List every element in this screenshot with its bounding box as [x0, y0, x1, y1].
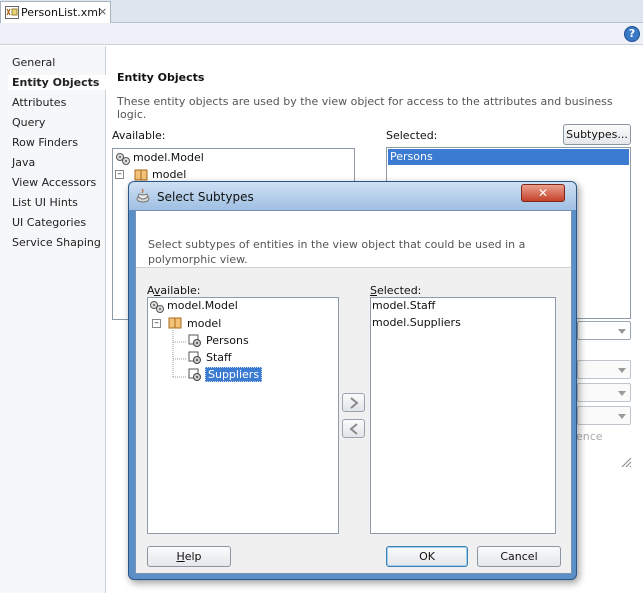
- tree-connector-lines: [172, 330, 186, 378]
- nav-item-java[interactable]: Java: [12, 156, 35, 169]
- editor-toolbar: ?: [0, 23, 643, 45]
- java-cup-icon: [135, 188, 151, 204]
- nav-item-entity-objects[interactable]: Entity Objects: [8, 75, 106, 90]
- move-right-icon: [350, 397, 359, 409]
- nav-item-attributes[interactable]: Attributes: [12, 96, 66, 109]
- dialog-header-area: Select subtypes of entities in the view …: [136, 211, 571, 268]
- move-left-button[interactable]: [342, 419, 365, 438]
- cancel-button[interactable]: Cancel: [477, 546, 561, 567]
- tree-node-label-selected: Suppliers: [205, 367, 263, 382]
- tree-node-label: model.Model: [167, 299, 238, 312]
- file-tab-personlist[interactable]: PersonList.xml ×: [0, 1, 111, 23]
- dialog-titlebar[interactable]: Select Subtypes ✕: [129, 182, 576, 210]
- selected-label: Selected:: [386, 129, 438, 142]
- tree-node-label: Persons: [206, 334, 249, 347]
- entity-object-icon: [188, 334, 202, 351]
- entity-object-icon: [188, 368, 202, 385]
- dialog-selected-list[interactable]: model.Staff model.Suppliers: [370, 297, 556, 534]
- available-label: Available:: [112, 129, 166, 142]
- dialog-body: Select subtypes of entities in the view …: [135, 210, 572, 574]
- collapse-icon[interactable]: –: [115, 170, 124, 179]
- nav-item-query[interactable]: Query: [12, 116, 45, 129]
- nav-item-list-ui-hints[interactable]: List UI Hints: [12, 196, 78, 209]
- move-right-button[interactable]: [342, 393, 365, 412]
- move-left-icon: [349, 423, 358, 435]
- selected-item-staff[interactable]: model.Staff: [372, 299, 435, 312]
- selected-item-persons[interactable]: Persons: [388, 149, 629, 165]
- page-description: These entity objects are used by the vie…: [117, 95, 613, 121]
- subtypes-button[interactable]: Subtypes...: [563, 124, 631, 145]
- tree-node-label: model.Model: [133, 151, 204, 164]
- partial-text-field[interactable]: [577, 321, 631, 340]
- page-title: Entity Objects: [117, 71, 205, 84]
- dialog-available-label: Available:: [147, 284, 201, 297]
- tree-node-label: model: [187, 317, 222, 330]
- selected-item-suppliers[interactable]: model.Suppliers: [372, 316, 461, 329]
- close-tab-icon[interactable]: ×: [98, 5, 107, 18]
- dialog-selected-label: Selected:: [370, 284, 422, 297]
- ok-button[interactable]: OK: [386, 546, 468, 567]
- help-icon[interactable]: ?: [624, 26, 640, 42]
- partial-combo-3[interactable]: [577, 406, 631, 425]
- tree-node-label: model: [152, 168, 187, 181]
- nav-item-view-accessors[interactable]: View Accessors: [12, 176, 96, 189]
- nav-item-general[interactable]: General: [12, 56, 55, 69]
- nav-item-service-shaping[interactable]: Service Shaping: [12, 236, 101, 249]
- partial-ghost-text: ence: [576, 430, 603, 443]
- partial-combo-2[interactable]: [577, 383, 631, 402]
- collapse-icon[interactable]: –: [152, 319, 161, 328]
- help-button[interactable]: Help: [147, 546, 231, 567]
- editor-nav: General Entity Objects Attributes Query …: [0, 46, 106, 593]
- partial-combo-1[interactable]: [577, 360, 631, 379]
- resize-grip-icon[interactable]: [620, 456, 632, 468]
- file-tab-label: PersonList.xml: [21, 6, 101, 19]
- nav-item-ui-categories[interactable]: UI Categories: [12, 216, 86, 229]
- editor-tab-bar: PersonList.xml ×: [0, 0, 643, 23]
- select-subtypes-dialog: Select Subtypes ✕ Select subtypes of ent…: [128, 181, 577, 580]
- dialog-description: Select subtypes of entities in the view …: [148, 238, 526, 266]
- dialog-title: Select Subtypes: [157, 190, 254, 204]
- entity-object-icon: [188, 351, 202, 368]
- model-project-icon: [115, 152, 131, 169]
- xml-file-icon: [5, 6, 19, 19]
- tree-node-label: Staff: [206, 351, 232, 364]
- nav-item-row-finders[interactable]: Row Finders: [12, 136, 78, 149]
- model-project-icon: [149, 300, 165, 317]
- dialog-available-tree[interactable]: model.Model – model Persons Staff Suppli…: [147, 297, 339, 534]
- close-icon[interactable]: ✕: [521, 184, 565, 202]
